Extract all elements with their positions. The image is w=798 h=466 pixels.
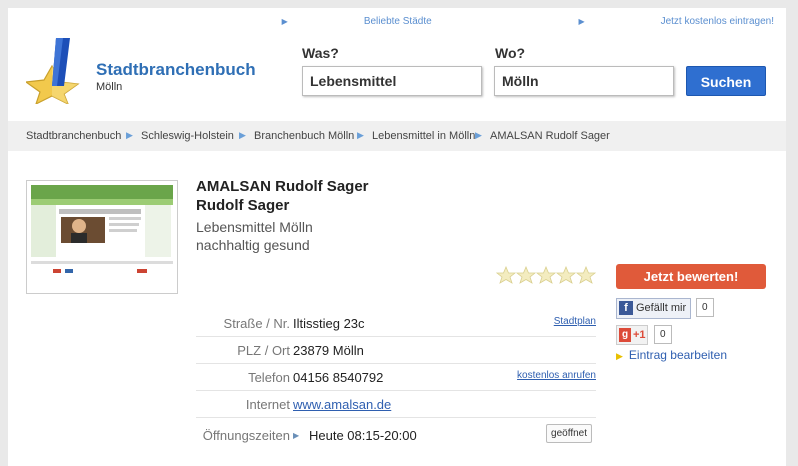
detail-row-web: Internet www.amalsan.de (196, 391, 596, 418)
facebook-like-button[interactable]: f Gefällt mir (616, 298, 692, 319)
star-icon (535, 266, 557, 284)
star-icon (496, 266, 517, 284)
detail-row-street: Straße / Nr. Iltisstieg 23c Stadtplan (196, 310, 596, 337)
star-logo-icon[interactable] (26, 36, 88, 104)
chevron-right-icon: ▶ (126, 130, 133, 140)
city-label: PLZ / Ort (237, 343, 290, 358)
top-links: ▶ Beliebte Städte ▶ Jetzt kostenlos eintra… (138, 16, 774, 27)
brand-name[interactable]: Stadtbranchenbuch (96, 60, 256, 80)
google-plus-icon: g (619, 328, 631, 342)
street-label: Straße / Nr. (223, 316, 290, 331)
breadcrumb-item[interactable]: Schleswig-Holstein (141, 130, 234, 142)
detail-row-city: PLZ / Ort 23879 Mölln (196, 337, 596, 364)
rate-now-button[interactable]: Jetzt bewerten! (616, 264, 766, 289)
street-value: Iltisstieg 23c (293, 316, 365, 331)
breadcrumb-item[interactable]: Branchenbuch Mölln (254, 130, 354, 142)
what-label: Was? (302, 45, 339, 61)
facebook-like-count: 0 (696, 298, 714, 317)
triangle-right-icon: ▶ (281, 17, 288, 26)
phone-value: 04156 8540792 (293, 370, 384, 385)
owner-name: Rudolf Sager (196, 197, 290, 214)
website-link[interactable]: www.amalsan.de (293, 397, 391, 412)
city-value: 23879 Mölln (293, 343, 364, 358)
breadcrumb-current: AMALSAN Rudolf Sager (490, 130, 610, 142)
hours-value[interactable]: Heute 08:15-20:00 (309, 428, 417, 443)
city-map-link[interactable]: Stadtplan (554, 316, 596, 327)
popular-cities-link[interactable]: ▶ Beliebte Städte (210, 16, 432, 27)
register-free-link[interactable]: ▶ Jetzt kostenlos eintragen! (506, 16, 774, 27)
business-category: Lebensmittel Mölln (196, 219, 313, 235)
where-label: Wo? (495, 45, 526, 61)
detail-row-hours: Öffnungszeiten ▶ Heute 08:15-20:00 geöff… (196, 418, 596, 452)
hours-label: Öffnungszeiten (202, 428, 290, 443)
status-badge: geöffnet (546, 424, 592, 443)
star-icon (515, 266, 537, 284)
chevron-right-icon: ▶ (357, 130, 364, 140)
expand-hours-icon[interactable]: ▶ (293, 431, 299, 440)
breadcrumb: Stadtbranchenbuch ▶ Schleswig-Holstein ▶… (8, 121, 786, 151)
phone-label: Telefon (248, 370, 290, 385)
star-icon (555, 266, 577, 284)
triangle-right-icon: ▶ (578, 17, 585, 26)
website-screenshot-image[interactable] (26, 180, 178, 294)
brand-city: Mölln (96, 81, 123, 93)
what-input[interactable]: Lebensmittel (302, 66, 482, 96)
google-plus-button[interactable]: g +1 (616, 325, 648, 345)
search-button[interactable]: Suchen (686, 66, 766, 96)
business-slogan: nachhaltig gesund (196, 237, 310, 253)
rating-stars[interactable] (496, 266, 596, 284)
chevron-right-icon: ▶ (239, 130, 246, 140)
breadcrumb-item[interactable]: Stadtbranchenbuch (26, 130, 121, 142)
business-name: AMALSAN Rudolf Sager (196, 178, 369, 195)
edit-entry-link[interactable]: ▶ Eintrag bearbeiten (616, 348, 727, 362)
free-call-link[interactable]: kostenlos anrufen (517, 370, 596, 381)
where-input[interactable]: Mölln (494, 66, 674, 96)
page: ▶ Beliebte Städte ▶ Jetzt kostenlos eintra… (8, 8, 786, 466)
star-icon (575, 266, 596, 284)
google-plus-count: 0 (654, 325, 672, 344)
triangle-right-icon: ▶ (616, 351, 623, 361)
details-table: Straße / Nr. Iltisstieg 23c Stadtplan PL… (196, 310, 596, 452)
chevron-right-icon: ▶ (475, 130, 482, 140)
breadcrumb-item[interactable]: Lebensmittel in Mölln (372, 130, 475, 142)
web-label: Internet (245, 397, 290, 412)
detail-row-phone: Telefon 04156 8540792 kostenlos anrufen (196, 364, 596, 391)
facebook-icon: f (619, 301, 633, 315)
